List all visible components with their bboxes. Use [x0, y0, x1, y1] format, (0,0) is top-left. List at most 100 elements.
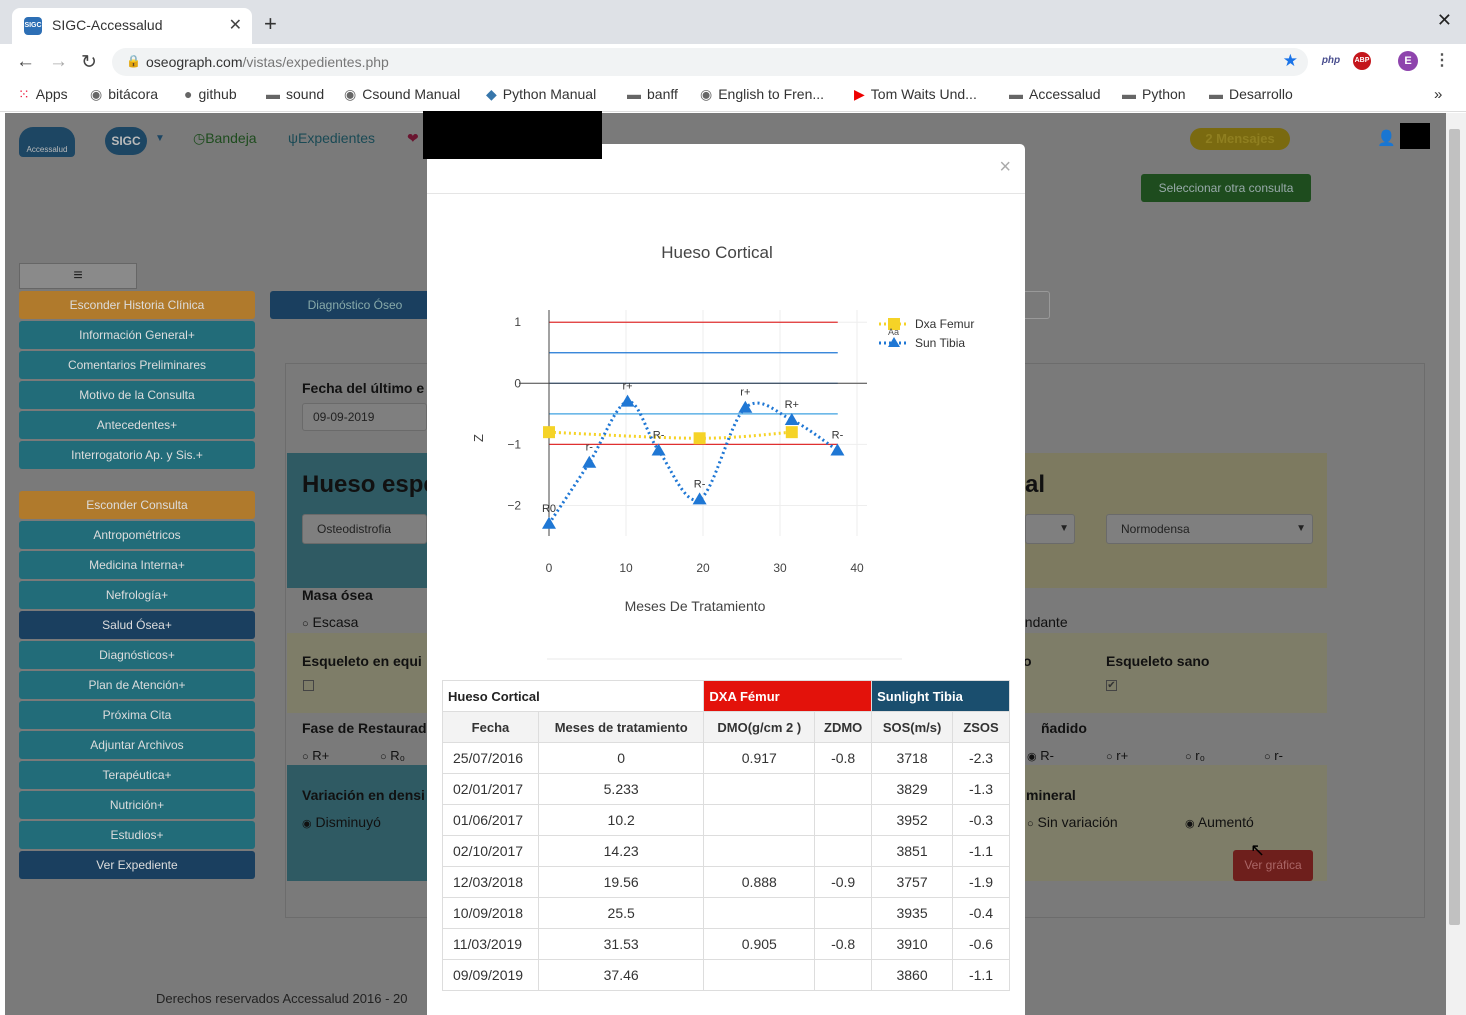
heart-icon[interactable]: ❤	[407, 130, 419, 147]
select-dropdown-icon[interactable]: ▼	[1025, 514, 1075, 544]
table-cell	[703, 959, 816, 991]
globe-icon: ◉	[344, 86, 357, 102]
browser-tab[interactable]: SIGC SIGC-Accessalud ✕	[12, 8, 252, 44]
y-tick-label: −1	[507, 437, 521, 451]
data-table: Hueso Cortical DXA Fémur Sunlight Tibia …	[441, 680, 1010, 991]
table-row: 12/03/2018 19.56 0.888 -0.9 3757 -1.9	[442, 866, 1010, 898]
address-bar[interactable]: 🔒 oseograph.com/vistas/expedientes.php ★	[112, 48, 1308, 76]
forward-icon[interactable]: →	[49, 51, 68, 73]
osteodistrofia-select[interactable]: Osteodistrofia	[302, 514, 427, 544]
radio-r-lower-zero[interactable]: ○ r₀	[1185, 748, 1205, 763]
new-tab-icon[interactable]: +	[264, 11, 277, 37]
group-hueso-cortical: Hueso Cortical	[441, 680, 705, 712]
bookmark-desarrollo[interactable]: ▬ Desarrollo	[1209, 86, 1293, 102]
table-cell	[814, 897, 873, 929]
bookmark-python[interactable]: ▬ Python	[1122, 86, 1186, 102]
sidebar-item-17[interactable]: Estudios+	[19, 821, 255, 849]
sidebar-item-18[interactable]: Ver Expediente	[19, 851, 255, 879]
radio-escasa[interactable]: ○ Escasa	[302, 614, 358, 630]
tab-diagnostico-oseo[interactable]: Diagnóstico Óseo	[270, 291, 440, 319]
point-label: R-	[694, 478, 706, 490]
bookmark-sound[interactable]: ▬ sound	[266, 86, 324, 102]
bookmark-apps[interactable]: ⁙ Apps	[18, 86, 68, 103]
lock-icon: 🔒	[126, 54, 141, 68]
bookmark-csound[interactable]: ◉ Csound Manual	[344, 86, 460, 103]
legend-label: Sun Tibia	[915, 336, 965, 350]
nav-expedientes[interactable]: ψExpedientes	[288, 130, 375, 146]
table-cell: -1.9	[952, 866, 1010, 898]
window-close-icon[interactable]: ✕	[1437, 10, 1452, 31]
scrollbar-thumb[interactable]	[1449, 129, 1460, 925]
bookmark-github[interactable]: ● github	[184, 86, 237, 102]
php-extension-icon[interactable]: php	[1320, 52, 1342, 70]
table-cell: 3851	[871, 835, 954, 867]
point-label: R-	[653, 429, 665, 441]
esqueleto-sano-checkbox[interactable]: ✔	[1106, 680, 1117, 691]
adblock-icon[interactable]: ABP	[1353, 52, 1371, 70]
x-axis-label: Meses De Tratamiento	[625, 598, 766, 614]
sidebar-item-5[interactable]: Interrogatorio Ap. y Sis.+	[19, 441, 255, 469]
radio-r-minus[interactable]: ◉ R-	[1027, 748, 1054, 763]
chart-modal: × Hueso Cortical 0 10 20 30 40 1 0 −1 −2 Meses De…	[427, 144, 1025, 1015]
reload-icon[interactable]: ↻	[81, 51, 97, 74]
table-cell: 3935	[871, 897, 954, 929]
user-icon[interactable]: 👤	[1377, 129, 1396, 147]
bookmark-bitacora[interactable]: ◉ bitácora	[90, 86, 158, 103]
nav-bandeja[interactable]: ◷Bandeja	[193, 130, 257, 147]
radio-r-lower-minus[interactable]: ○ r-	[1264, 748, 1283, 763]
accessalud-logo[interactable]: Accessalud	[19, 127, 75, 157]
page-scrollbar[interactable]	[1446, 113, 1466, 1015]
sidebar-item-16[interactable]: Nutrición+	[19, 791, 255, 819]
sidebar-item-6[interactable]: Esconder Consulta	[19, 491, 255, 519]
tab-close-icon[interactable]: ✕	[229, 15, 242, 35]
ver-grafica-button[interactable]: Ver gráfica	[1233, 850, 1313, 881]
seleccionar-consulta-button[interactable]: Seleccionar otra consulta	[1141, 174, 1311, 202]
bookmarks-overflow-icon[interactable]: »	[1434, 86, 1442, 103]
radio-sin-variacion[interactable]: ○ Sin variación	[1027, 814, 1118, 830]
sidebar-item-1[interactable]: Información General+	[19, 321, 255, 349]
sidebar-item-12[interactable]: Plan de Atención+	[19, 671, 255, 699]
bookmark-accessalud[interactable]: ▬ Accessalud	[1009, 86, 1101, 102]
mensajes-badge[interactable]: 2 Mensajes	[1190, 128, 1290, 150]
esqueleto-equilibrio-checkbox[interactable]	[303, 680, 314, 691]
radio-r-zero[interactable]: ○ R₀	[380, 748, 405, 763]
bookmark-tom-waits[interactable]: ▶ Tom Waits Und...	[854, 86, 977, 103]
radio-r-lower-plus[interactable]: ○ r+	[1106, 748, 1128, 763]
table-cell: 01/06/2017	[442, 804, 539, 836]
sidebar-item-10[interactable]: Salud Ósea+	[19, 611, 255, 639]
sidebar-item-13[interactable]: Próxima Cita	[19, 701, 255, 729]
bookmark-english-french[interactable]: ◉ English to Fren...	[700, 86, 824, 103]
browser-menu-icon[interactable]: ⋮	[1434, 52, 1450, 70]
sidebar-item-4[interactable]: Antecedentes+	[19, 411, 255, 439]
bookmark-star-icon[interactable]: ★	[1283, 51, 1298, 71]
browser-toolbar: ← → ↻ 🔒 oseograph.com/vistas/expedientes…	[0, 44, 1466, 80]
table-row: 25/07/2016 0 0.917 -0.8 3718 -2.3	[442, 742, 1010, 774]
table-cell: -1.1	[952, 959, 1010, 991]
sidebar-item-0[interactable]: Esconder Historia Clínica	[19, 291, 255, 319]
sigc-logo[interactable]: SIGC	[105, 127, 147, 155]
data-point-triangle	[738, 400, 753, 413]
github-icon: ●	[184, 86, 193, 102]
sidebar-item-8[interactable]: Medicina Interna+	[19, 551, 255, 579]
sidebar-item-7[interactable]: Antropométricos	[19, 521, 255, 549]
bookmark-python-manual[interactable]: ◆ Python Manual	[486, 86, 596, 103]
sidebar-item-9[interactable]: Nefrología+	[19, 581, 255, 609]
bookmark-banff[interactable]: ▬ banff	[627, 86, 678, 102]
esqueleto-sano-label: Esqueleto sano	[1106, 653, 1210, 669]
sidebar-item-15[interactable]: Terapéutica+	[19, 761, 255, 789]
hamburger-menu-icon[interactable]: ≡	[19, 263, 137, 289]
chevron-down-icon[interactable]: ▼	[155, 133, 165, 144]
radio-disminuyo[interactable]: ◉ Disminuyó	[302, 814, 381, 830]
radio-r-plus[interactable]: ○ R+	[302, 748, 329, 763]
radio-aumento[interactable]: ◉ Aumentó	[1185, 814, 1254, 830]
sidebar-item-14[interactable]: Adjuntar Archivos	[19, 731, 255, 759]
sidebar-item-11[interactable]: Diagnósticos+	[19, 641, 255, 669]
normodensa-select[interactable]: Normodensa ▼	[1106, 514, 1313, 544]
redacted-username	[1400, 123, 1430, 149]
profile-avatar[interactable]: E	[1398, 51, 1418, 71]
back-icon[interactable]: ←	[16, 51, 35, 73]
fecha-input[interactable]: 09-09-2019	[302, 403, 427, 431]
sidebar-item-2[interactable]: Comentarios Preliminares	[19, 351, 255, 379]
sidebar-item-3[interactable]: Motivo de la Consulta	[19, 381, 255, 409]
table-cell: 11/03/2019	[442, 928, 539, 960]
